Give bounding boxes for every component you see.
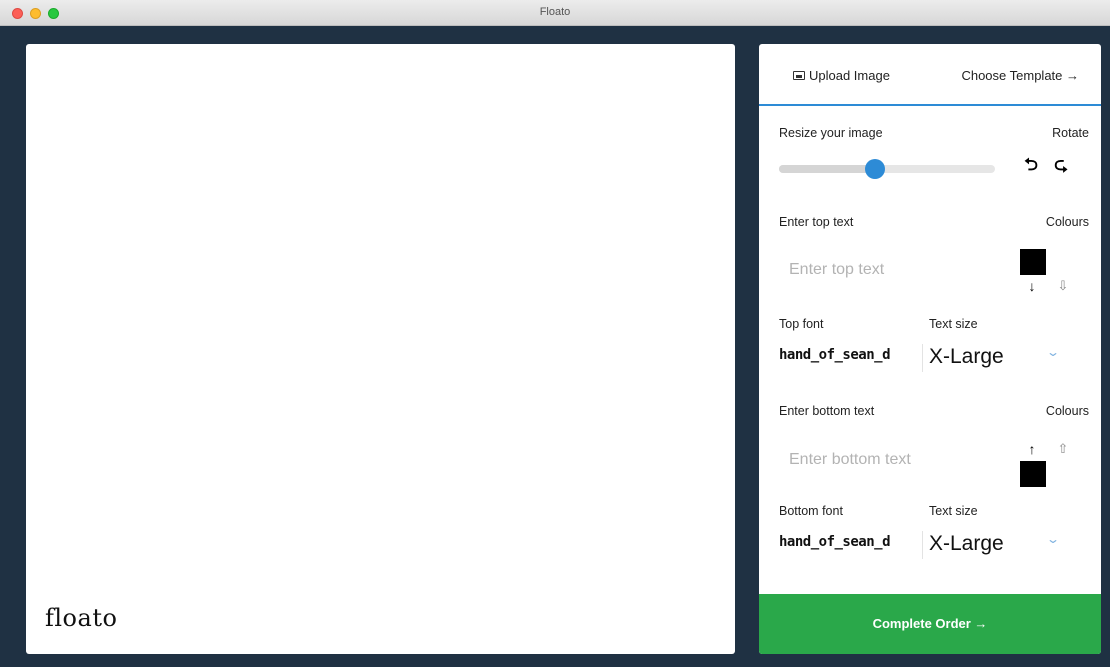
- top-text-label: Enter top text: [779, 215, 854, 229]
- resize-label: Resize your image: [779, 126, 883, 140]
- bottom-font-label: Bottom font: [779, 504, 843, 518]
- upload-image-label: Upload Image: [809, 68, 890, 83]
- top-text-anchor-icon[interactable]: ⇩: [1056, 278, 1070, 294]
- title-bar: Floato: [0, 0, 1110, 26]
- top-text-down-arrow-icon[interactable]: ↓: [1025, 278, 1039, 294]
- image-canvas[interactable]: floato: [26, 44, 735, 654]
- image-icon: [793, 71, 805, 80]
- bottom-size-chevron-down-icon[interactable]: ⌄: [1045, 533, 1062, 545]
- divider: [922, 344, 923, 372]
- top-text-size-select[interactable]: X-Large: [929, 345, 1004, 369]
- window-title: Floato: [539, 6, 571, 18]
- panel-tabs: Upload Image Choose Template →: [759, 44, 1101, 106]
- rotate-right-icon[interactable]: ⮎: [1053, 156, 1069, 173]
- top-text-colour-swatch[interactable]: [1020, 249, 1046, 275]
- bottom-text-anchor-icon[interactable]: ⇧: [1056, 441, 1070, 457]
- slider-fill: [779, 165, 876, 173]
- app-window: Floato floato Upload Image Choose Templa…: [0, 0, 1110, 667]
- bottom-colours-label: Colours: [1045, 404, 1089, 418]
- bottom-font-select[interactable]: hand_of_sean_d: [779, 534, 921, 558]
- divider: [922, 531, 923, 559]
- rotate-label: Rotate: [1052, 126, 1089, 140]
- bottom-text-size-select[interactable]: X-Large: [929, 532, 1004, 556]
- top-font-label: Top font: [779, 317, 824, 331]
- complete-order-button[interactable]: Complete Order →: [759, 594, 1101, 654]
- top-size-chevron-down-icon[interactable]: ⌄: [1045, 346, 1062, 358]
- choose-template-label: Choose Template →: [961, 68, 1079, 83]
- bottom-text-input[interactable]: [779, 442, 999, 478]
- upload-image-tab[interactable]: Upload Image: [793, 68, 890, 83]
- editor-panel: Upload Image Choose Template → Resize yo…: [759, 44, 1101, 654]
- top-text-input[interactable]: [779, 252, 999, 288]
- bottom-text-size-label: Text size: [929, 504, 978, 518]
- choose-template-tab[interactable]: Choose Template →: [961, 68, 1079, 83]
- top-font-select[interactable]: hand_of_sean_d: [779, 347, 921, 371]
- slider-handle[interactable]: [865, 159, 886, 179]
- bottom-text-label: Enter bottom text: [779, 404, 875, 418]
- bottom-text-colour-swatch[interactable]: [1020, 461, 1046, 487]
- bottom-text-up-arrow-icon[interactable]: ↑: [1025, 441, 1039, 457]
- rotate-left-icon[interactable]: ⮌: [1023, 156, 1039, 173]
- resize-slider[interactable]: [779, 159, 995, 179]
- floato-logo: floato: [45, 604, 118, 632]
- top-text-size-label: Text size: [929, 317, 978, 331]
- top-colours-label: Colours: [1045, 215, 1089, 229]
